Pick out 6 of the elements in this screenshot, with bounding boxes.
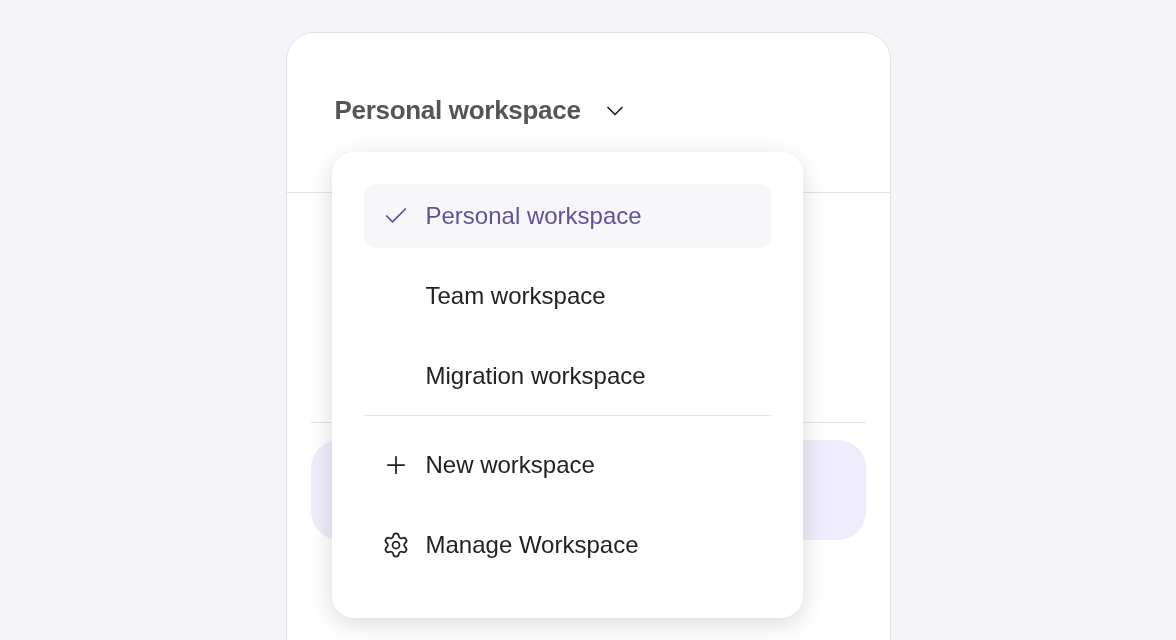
workspace-option[interactable]: Personal workspace — [363, 184, 771, 248]
menu-action[interactable]: Manage Workspace — [363, 513, 771, 577]
workspace-option[interactable]: Team workspace — [363, 264, 771, 328]
workspace-option[interactable]: Migration workspace — [363, 344, 771, 408]
menu-action[interactable]: New workspace — [363, 433, 771, 497]
workspace-switcher[interactable]: Personal workspace — [334, 91, 629, 130]
